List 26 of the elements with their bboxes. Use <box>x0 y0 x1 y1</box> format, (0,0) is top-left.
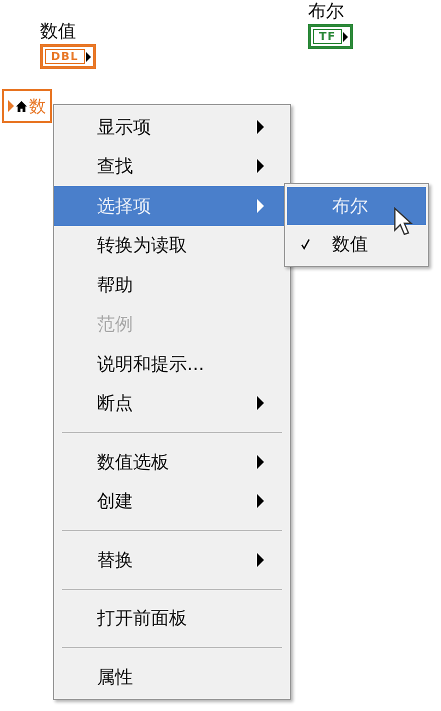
house-icon <box>16 100 27 112</box>
menu-item[interactable]: 断点 <box>54 384 290 423</box>
menu-item[interactable]: 数值选板 <box>54 442 290 482</box>
menu-item[interactable]: 显示项 <box>54 107 290 146</box>
cursor-icon <box>393 207 413 237</box>
arrow-icon <box>86 52 91 62</box>
terminal-label: 布尔 <box>308 0 344 24</box>
submenu-arrow-icon <box>257 120 264 134</box>
terminal[interactable]: TF <box>308 24 354 49</box>
menu-item[interactable]: 说明和提示... <box>54 344 290 384</box>
submenu-arrow-icon <box>257 494 264 508</box>
menu-item[interactable]: 帮助 <box>54 265 290 304</box>
menu-item[interactable]: 创建 <box>54 482 290 521</box>
submenu-arrow-icon <box>257 454 264 469</box>
menu-item[interactable]: 属性 <box>54 657 290 696</box>
submenu-arrow-icon <box>257 159 264 174</box>
checkmark-icon <box>301 238 310 250</box>
submenu-arrow-icon <box>257 198 264 213</box>
menu-item[interactable]: 替换 <box>54 540 290 580</box>
menu-item[interactable]: 查找 <box>54 146 290 186</box>
menu-item[interactable]: 数值 <box>287 225 426 263</box>
submenu-arrow-icon <box>257 396 264 410</box>
menu-item[interactable]: 打开前面板 <box>54 598 290 638</box>
submenu-arrow-icon <box>257 552 264 567</box>
terminal-label: 数值 <box>40 20 76 44</box>
arrow-icon <box>343 32 348 42</box>
